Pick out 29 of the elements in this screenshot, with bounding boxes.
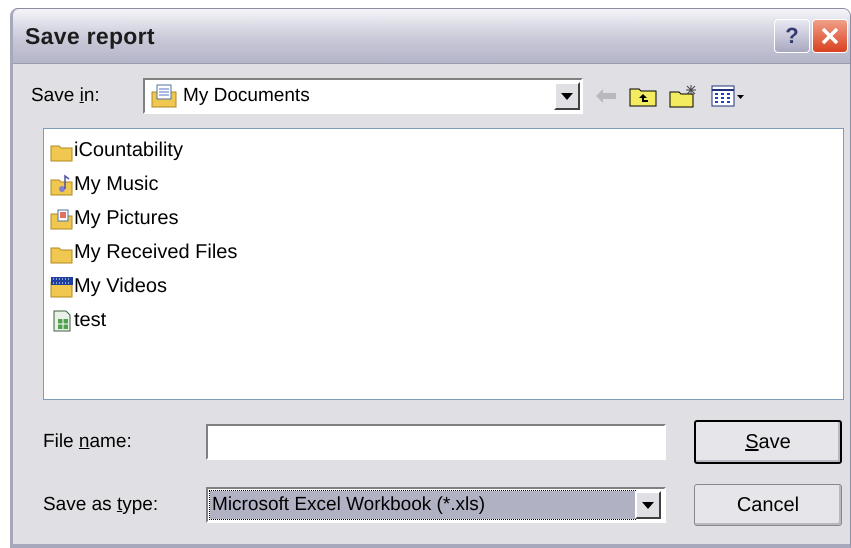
pictures-folder-icon bbox=[50, 208, 74, 230]
save-button[interactable]: Save bbox=[694, 420, 842, 464]
dropdown-button[interactable] bbox=[635, 491, 661, 519]
file-list-item[interactable]: iCountability bbox=[50, 137, 837, 164]
close-button[interactable] bbox=[812, 19, 848, 53]
new-folder-icon[interactable] bbox=[669, 84, 699, 108]
close-icon bbox=[820, 26, 840, 46]
file-name-label: File name: bbox=[43, 431, 132, 453]
dropdown-button[interactable] bbox=[554, 82, 580, 110]
file-list-item[interactable]: My Music bbox=[50, 171, 837, 198]
caret-icon bbox=[642, 502, 654, 508]
file-list-item[interactable]: My Received Files bbox=[50, 239, 837, 266]
videos-folder-icon bbox=[50, 276, 74, 298]
caret-icon bbox=[561, 92, 573, 100]
window-title: Save report bbox=[25, 22, 156, 50]
save-in-value: My Documents bbox=[183, 85, 311, 107]
save-as-type-label: Save as type: bbox=[43, 494, 158, 516]
cancel-button[interactable]: Cancel bbox=[694, 484, 842, 526]
file-list-item[interactable]: My Videos bbox=[50, 273, 837, 300]
help-button[interactable]: ? bbox=[774, 19, 810, 53]
file-list-item[interactable]: My Pictures bbox=[50, 205, 837, 232]
file-list-item[interactable]: test bbox=[50, 307, 837, 334]
save-as-type-dropdown[interactable]: Microsoft Excel Workbook (*.xls) bbox=[206, 487, 666, 523]
view-menu-icon[interactable] bbox=[711, 85, 745, 107]
file-name-field[interactable] bbox=[206, 424, 666, 460]
save-in-label: Save in: bbox=[31, 85, 101, 107]
documents-folder-icon bbox=[151, 84, 177, 108]
music-folder-icon bbox=[50, 174, 74, 196]
save-in-dropdown[interactable]: My Documents bbox=[143, 78, 583, 114]
